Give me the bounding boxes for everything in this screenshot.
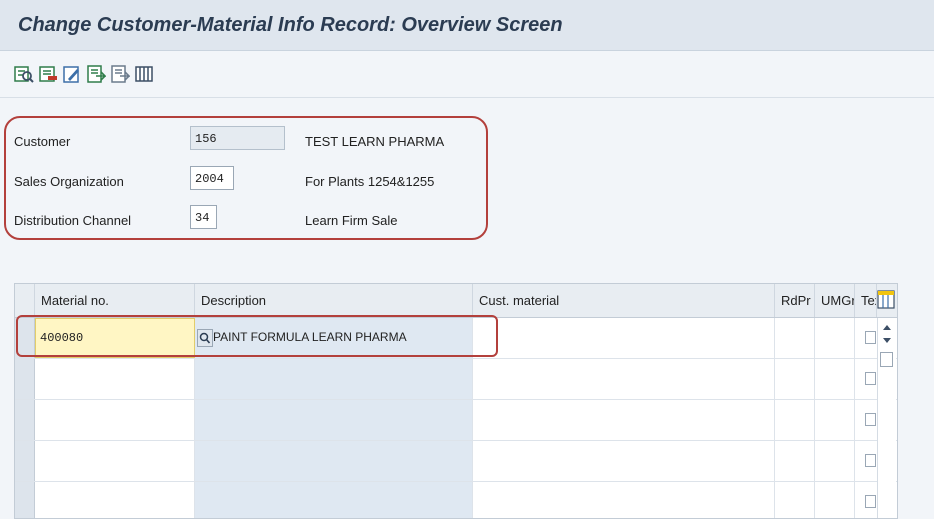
cust-material-cell[interactable] — [473, 482, 775, 518]
cust-material-cell[interactable] — [473, 359, 775, 399]
rdpr-cell[interactable] — [775, 359, 815, 399]
select-all-icon[interactable] — [86, 64, 106, 84]
title-bar: Change Customer-Material Info Record: Ov… — [0, 0, 934, 51]
scroll-down-icon[interactable] — [881, 336, 893, 346]
page-title: Change Customer-Material Info Record: Ov… — [18, 14, 563, 36]
description-cell — [195, 441, 473, 481]
row-selector[interactable] — [15, 482, 35, 518]
cust-material-cell[interactable] — [473, 400, 775, 440]
table-row[interactable] — [15, 482, 897, 518]
table-row[interactable] — [15, 400, 897, 441]
text-checkbox[interactable] — [865, 454, 876, 467]
text-checkbox[interactable] — [865, 495, 876, 508]
row-selector[interactable] — [15, 359, 35, 399]
umgr-cell[interactable] — [815, 441, 855, 481]
rdpr-cell[interactable] — [775, 400, 815, 440]
scroll-up-icon[interactable] — [881, 322, 893, 332]
row-highlight-box — [16, 315, 498, 357]
material-no-cell[interactable] — [35, 400, 195, 440]
row-selector-header[interactable] — [15, 284, 35, 317]
column-header-cust-material[interactable]: Cust. material — [473, 284, 775, 317]
toolbar — [0, 51, 934, 98]
text-checkbox[interactable] — [865, 413, 876, 426]
table-header: Material no. Description Cust. material … — [15, 284, 897, 318]
row-selector[interactable] — [15, 400, 35, 440]
description-cell — [195, 400, 473, 440]
rdpr-cell[interactable] — [775, 318, 815, 358]
material-no-cell[interactable] — [35, 441, 195, 481]
rdpr-cell[interactable] — [775, 441, 815, 481]
umgr-cell[interactable] — [815, 400, 855, 440]
column-settings-icon[interactable] — [134, 64, 154, 84]
text-checkbox[interactable] — [865, 331, 876, 344]
description-cell — [195, 359, 473, 399]
column-header-description[interactable]: Description — [195, 284, 473, 317]
column-header-rdpr[interactable]: RdPr — [775, 284, 815, 317]
table-row[interactable] — [15, 359, 897, 400]
umgr-cell[interactable] — [815, 318, 855, 358]
deselect-icon[interactable] — [110, 64, 130, 84]
column-header-umgr[interactable]: UMGr — [815, 284, 855, 317]
text-checkbox[interactable] — [865, 372, 876, 385]
umgr-cell[interactable] — [815, 359, 855, 399]
table-settings-icon[interactable] — [877, 290, 895, 310]
material-no-cell[interactable] — [35, 359, 195, 399]
table-scrollbar[interactable] — [877, 318, 896, 518]
material-no-cell[interactable] — [35, 482, 195, 518]
umgr-cell[interactable] — [815, 482, 855, 518]
rdpr-cell[interactable] — [775, 482, 815, 518]
description-cell — [195, 482, 473, 518]
row-selector[interactable] — [15, 441, 35, 481]
edit-icon[interactable] — [62, 64, 82, 84]
column-header-tex[interactable]: Tex — [855, 284, 877, 317]
delete-row-icon[interactable] — [38, 64, 58, 84]
table-row[interactable] — [15, 441, 897, 482]
column-header-material-no[interactable]: Material no. — [35, 284, 195, 317]
scroll-thumb[interactable] — [880, 352, 893, 367]
cust-material-cell[interactable] — [473, 441, 775, 481]
details-icon[interactable] — [14, 64, 34, 84]
header-highlight-box — [4, 116, 488, 240]
cust-material-cell[interactable] — [473, 318, 775, 358]
